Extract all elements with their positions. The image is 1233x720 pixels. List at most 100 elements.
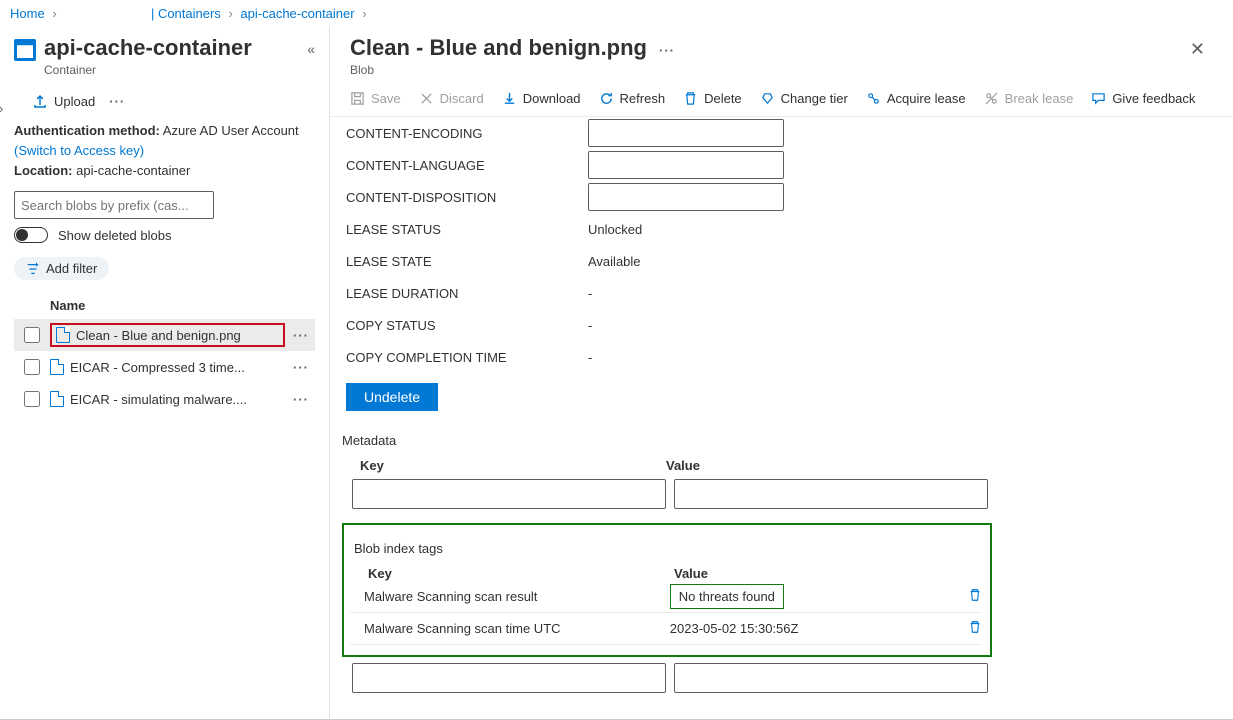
delete-icon: [683, 91, 698, 106]
command-bar: Save Discard Download Refresh Delete: [330, 81, 1233, 117]
download-button[interactable]: Download: [502, 91, 581, 106]
tag-key: Malware Scanning scan time UTC: [350, 621, 670, 636]
trash-icon: [968, 620, 982, 634]
property-row: CONTENT-DISPOSITION: [342, 181, 1203, 213]
tag-value: No threats found: [670, 584, 946, 609]
property-row: CONTENT-ENCODING: [342, 117, 1203, 149]
tag-row: Malware Scanning scan time UTC2023-05-02…: [350, 613, 982, 645]
auth-method-label: Authentication method:: [14, 123, 160, 138]
breadcrumb-container[interactable]: api-cache-container: [240, 6, 354, 21]
upload-label: Upload: [54, 94, 95, 109]
breadcrumb-containers[interactable]: | Containers: [151, 6, 221, 21]
more-icon[interactable]: ···: [293, 360, 309, 375]
feedback-icon: [1091, 91, 1106, 106]
upload-icon: [32, 93, 48, 109]
file-icon: [50, 391, 64, 407]
collapse-icon[interactable]: «: [307, 35, 315, 57]
discard-button[interactable]: Discard: [419, 91, 484, 106]
property-label: LEASE STATE: [342, 254, 588, 269]
more-icon[interactable]: ···: [109, 94, 125, 109]
give-feedback-button[interactable]: Give feedback: [1091, 91, 1195, 106]
page-subtitle: Container: [44, 63, 252, 77]
blob-name[interactable]: Clean - Blue and benign.png: [50, 323, 285, 347]
chevron-right-icon: ›: [52, 6, 56, 21]
auth-method-value: Azure AD User Account: [163, 123, 299, 138]
property-input[interactable]: [588, 151, 784, 179]
tags-value-header: Value: [674, 566, 708, 581]
tag-value-input[interactable]: [674, 663, 988, 693]
metadata-value-input[interactable]: [674, 479, 988, 509]
name-column-header: Name: [50, 298, 315, 313]
property-label: LEASE STATUS: [342, 222, 588, 237]
location-label: Location:: [14, 163, 73, 178]
property-value: -: [588, 318, 592, 333]
blob-name[interactable]: EICAR - Compressed 3 time...: [50, 359, 285, 375]
chevron-right-icon: ›: [228, 6, 232, 21]
filter-icon: [26, 262, 40, 276]
blob-title: Clean - Blue and benign.png: [350, 35, 647, 61]
container-icon: [14, 39, 36, 61]
metadata-value-header: Value: [666, 458, 700, 473]
property-row: LEASE DURATION-: [342, 277, 1203, 309]
change-tier-icon: [760, 91, 775, 106]
refresh-icon: [599, 91, 614, 106]
more-icon[interactable]: ···: [293, 328, 309, 343]
file-icon: [56, 327, 70, 343]
page-title: api-cache-container: [44, 35, 252, 61]
blob-checkbox[interactable]: [24, 327, 40, 343]
property-row: COPY COMPLETION TIME-: [342, 341, 1203, 373]
breadcrumb-home[interactable]: Home: [10, 6, 45, 21]
property-row: LEASE STATUSUnlocked: [342, 213, 1203, 245]
more-icon[interactable]: ···: [659, 35, 675, 58]
acquire-lease-button[interactable]: Acquire lease: [866, 91, 966, 106]
discard-icon: [419, 91, 434, 106]
blob-checkbox[interactable]: [24, 359, 40, 375]
show-deleted-toggle[interactable]: [14, 227, 48, 243]
property-label: CONTENT-DISPOSITION: [342, 190, 588, 205]
breadcrumb: Home › | Containers › api-cache-containe…: [0, 0, 1233, 27]
blob-row[interactable]: Clean - Blue and benign.png ···: [14, 319, 315, 351]
tags-heading: Blob index tags: [354, 541, 982, 556]
break-lease-button[interactable]: Break lease: [984, 91, 1074, 106]
property-value: -: [588, 286, 592, 301]
more-icon[interactable]: ···: [293, 392, 309, 407]
location-value: api-cache-container: [76, 163, 190, 178]
save-button[interactable]: Save: [350, 91, 401, 106]
metadata-key-input[interactable]: [352, 479, 666, 509]
undelete-button[interactable]: Undelete: [346, 383, 438, 411]
blob-checkbox[interactable]: [24, 391, 40, 407]
delete-tag-button[interactable]: [968, 588, 982, 605]
property-label: CONTENT-ENCODING: [342, 126, 588, 141]
switch-access-key-link[interactable]: (Switch to Access key): [14, 143, 144, 158]
blob-name[interactable]: EICAR - simulating malware....: [50, 391, 285, 407]
upload-button[interactable]: Upload: [32, 93, 95, 109]
file-icon: [50, 359, 64, 375]
property-value: Unlocked: [588, 222, 642, 237]
metadata-key-header: Key: [342, 458, 666, 473]
search-input[interactable]: [14, 191, 214, 219]
property-input[interactable]: [588, 183, 784, 211]
trash-icon: [968, 588, 982, 602]
delete-tag-button[interactable]: [968, 620, 982, 637]
blob-row[interactable]: EICAR - Compressed 3 time... ···: [14, 351, 315, 383]
property-label: LEASE DURATION: [342, 286, 588, 301]
close-icon[interactable]: ✕: [1182, 35, 1213, 64]
property-label: CONTENT-LANGUAGE: [342, 158, 588, 173]
change-tier-button[interactable]: Change tier: [760, 91, 848, 106]
add-filter-button[interactable]: Add filter: [14, 257, 109, 280]
download-icon: [502, 91, 517, 106]
expand-icon[interactable]: »: [0, 101, 3, 116]
tag-key-input[interactable]: [352, 663, 666, 693]
break-lease-icon: [984, 91, 999, 106]
property-input[interactable]: [588, 119, 784, 147]
tag-value: 2023-05-02 15:30:56Z: [670, 621, 946, 636]
property-row: LEASE STATEAvailable: [342, 245, 1203, 277]
tag-row: Malware Scanning scan resultNo threats f…: [350, 581, 982, 613]
blob-index-tags-section: Blob index tags Key Value Malware Scanni…: [342, 523, 992, 657]
add-filter-label: Add filter: [46, 261, 97, 276]
delete-button[interactable]: Delete: [683, 91, 742, 106]
blob-subtitle: Blob: [350, 63, 647, 77]
refresh-button[interactable]: Refresh: [599, 91, 666, 106]
blob-row[interactable]: EICAR - simulating malware.... ···: [14, 383, 315, 415]
property-value: -: [588, 350, 592, 365]
